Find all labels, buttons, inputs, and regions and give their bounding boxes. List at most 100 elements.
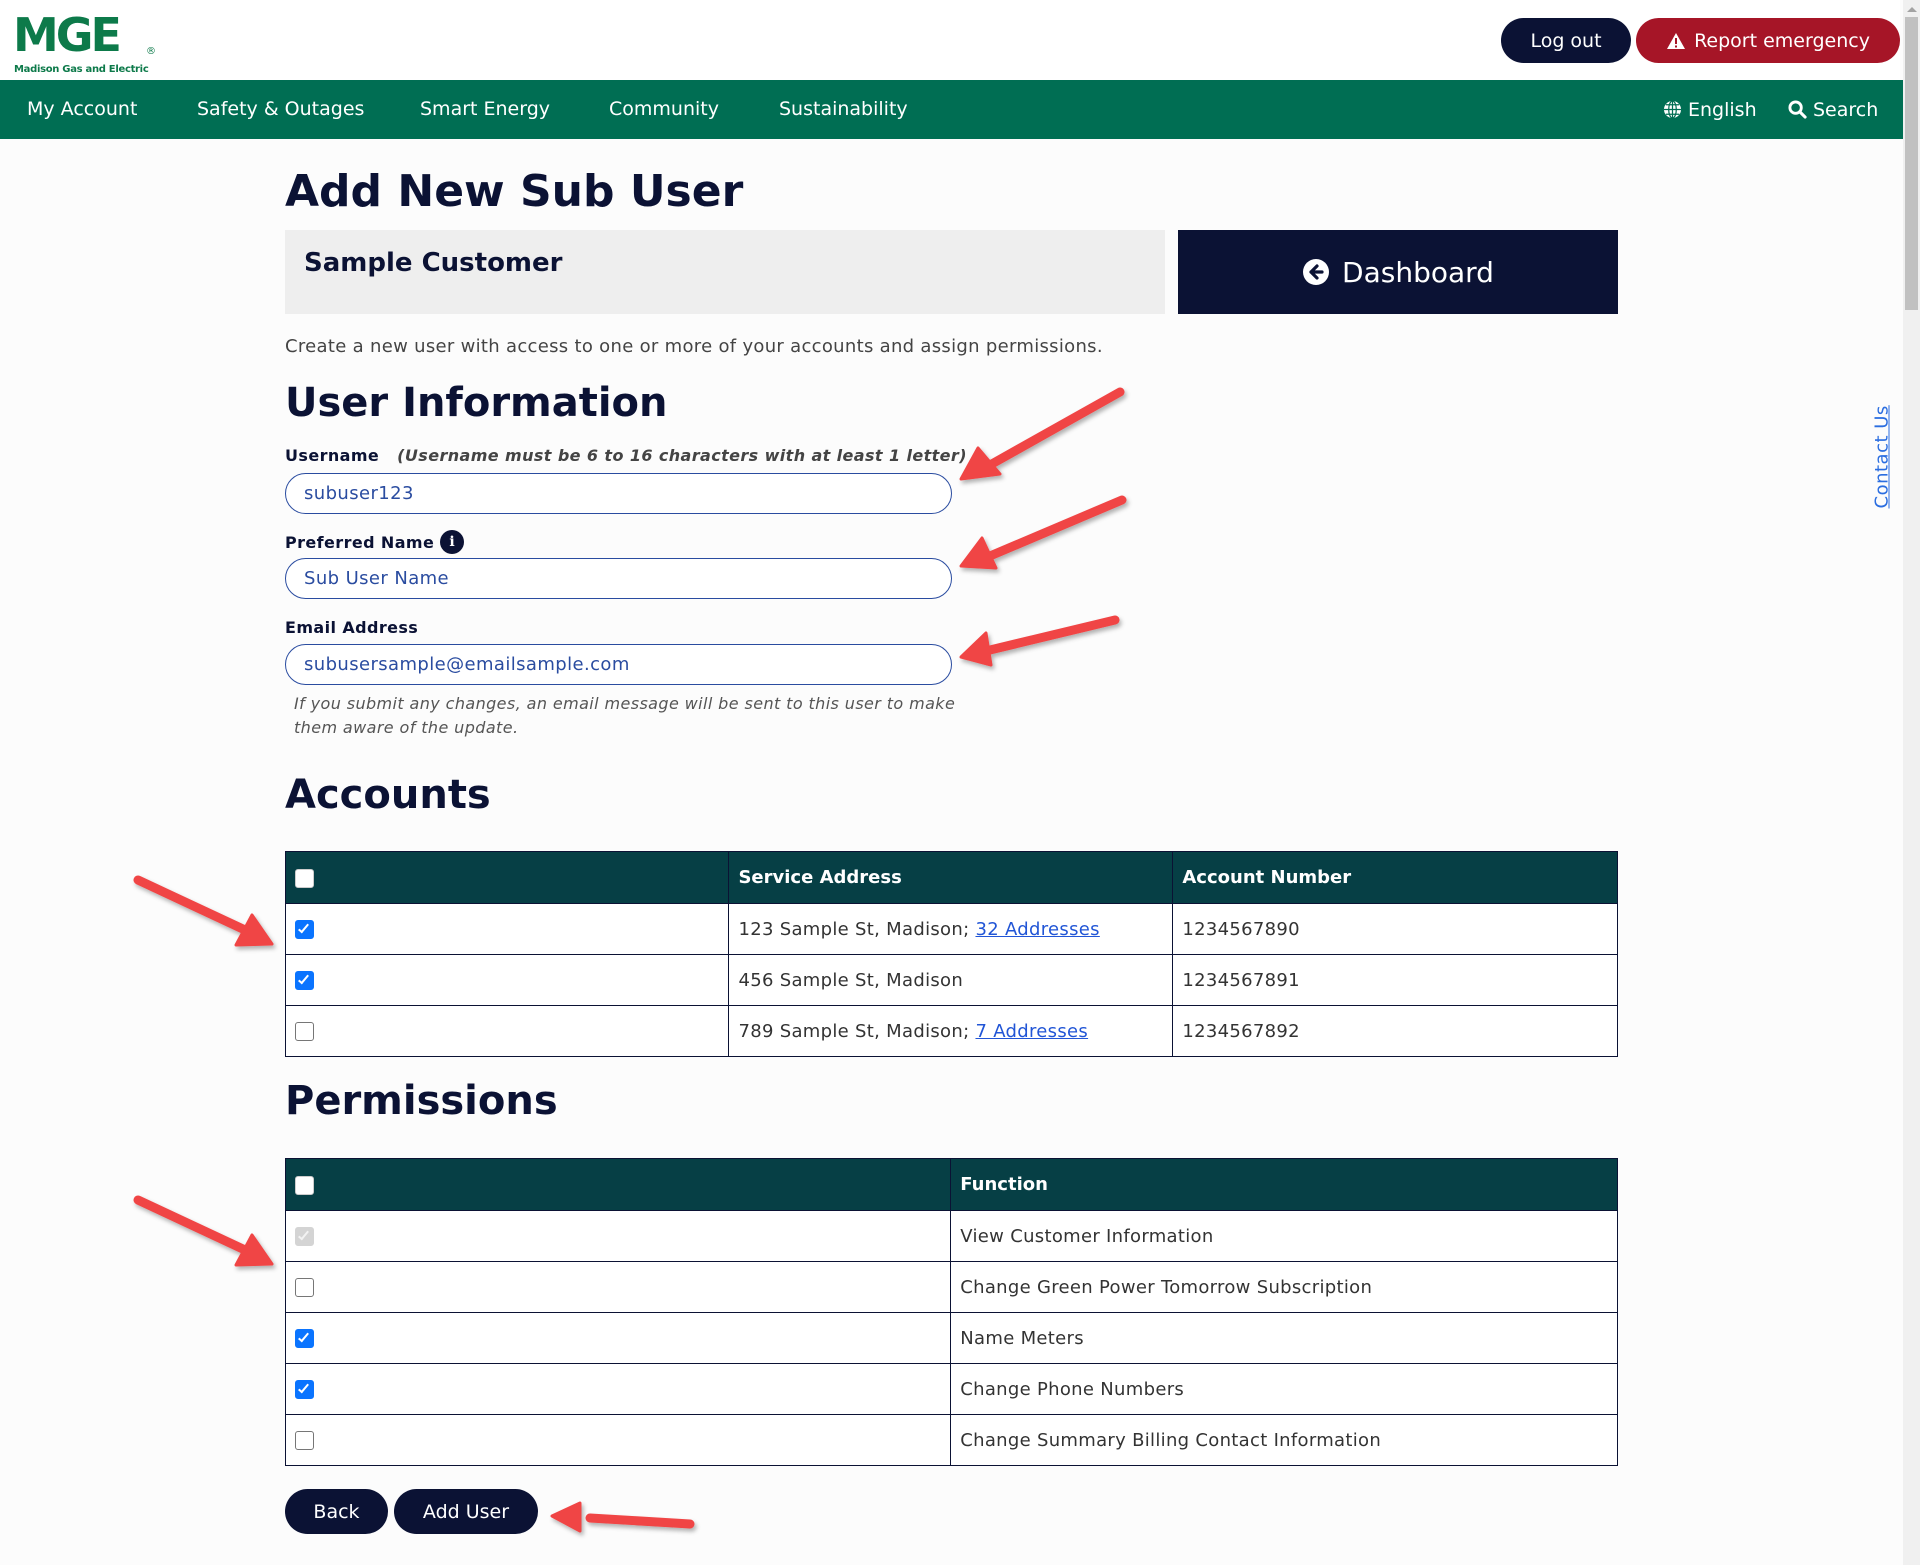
customer-name: Sample Customer	[304, 248, 563, 278]
dashboard-label: Dashboard	[1342, 255, 1494, 289]
back-button[interactable]: Back	[285, 1489, 388, 1534]
intro-text: Create a new user with access to one or …	[285, 336, 1103, 357]
add-user-button[interactable]: Add User	[394, 1489, 538, 1534]
permission-checkbox[interactable]	[295, 1329, 314, 1348]
username-input[interactable]	[285, 473, 952, 514]
account-checkbox[interactable]	[295, 1022, 314, 1041]
permission-row: Name Meters	[284, 1312, 1618, 1364]
info-icon[interactable]: i	[440, 530, 465, 554]
nav-item-safety-outages[interactable]: Safety & Outages	[197, 80, 364, 139]
checkmark-icon	[298, 1228, 309, 1241]
addresses-link[interactable]: 7 Addresses	[975, 1021, 1088, 1042]
permission-checkbox[interactable]	[295, 1278, 314, 1297]
dashboard-button[interactable]: Dashboard	[1178, 230, 1618, 314]
annotation-arrow-add-user	[550, 1501, 695, 1533]
search-link[interactable]: Search	[1788, 80, 1878, 139]
search-icon	[1788, 100, 1807, 119]
permission-checkbox[interactable]	[295, 1431, 314, 1450]
account-number-cell: 1234567891	[1172, 954, 1618, 1006]
annotation-arrow-username	[959, 387, 1125, 481]
report-emergency-label: Report emergency	[1694, 29, 1870, 52]
permissions-heading: Permissions	[285, 1078, 558, 1124]
accounts-heading: Accounts	[285, 772, 491, 818]
accounts-select-all-cell	[284, 851, 730, 904]
permissions-table: Function View Customer Information Chang…	[284, 1158, 1618, 1466]
contact-us-label: Contact Us	[1871, 405, 1893, 509]
registered-mark: ®	[146, 46, 156, 57]
email-label: Email Address	[285, 618, 418, 637]
user-information-heading: User Information	[285, 380, 668, 426]
permission-function: View Customer Information	[950, 1210, 1618, 1262]
logout-button[interactable]: Log out	[1501, 18, 1631, 63]
customer-banner: Sample Customer	[285, 230, 1165, 314]
addresses-link[interactable]: 32 Addresses	[975, 919, 1099, 940]
email-label-text: Email Address	[285, 618, 419, 637]
accounts-select-all-checkbox[interactable]	[295, 868, 314, 888]
permission-checkbox-disabled	[295, 1227, 314, 1246]
permissions-select-all-checkbox[interactable]	[295, 1175, 314, 1195]
service-address-cell: 123 Sample St, Madison; 32 Addresses	[728, 903, 1174, 955]
mge-logo[interactable]: MGE ® Madison Gas and Electric	[13, 6, 163, 76]
permission-function: Change Green Power Tomorrow Subscription	[950, 1261, 1618, 1313]
account-number-cell: 1234567890	[1172, 903, 1618, 955]
account-row: 123 Sample St, Madison; 32 Addresses 123…	[284, 903, 1618, 955]
account-select-cell	[284, 1005, 730, 1057]
contact-us-tab[interactable]: Contact Us	[1870, 400, 1894, 510]
preferred-name-label-text: Preferred Name	[285, 532, 435, 552]
top-header: MGE ® Madison Gas and Electric Log out R…	[0, 0, 1900, 80]
permission-row: Change Green Power Tomorrow Subscription	[284, 1261, 1618, 1313]
email-change-note: If you submit any changes, an email mess…	[294, 694, 956, 737]
nav-item-sustainability[interactable]: Sustainability	[779, 80, 908, 139]
scroll-thumb[interactable]	[1905, 17, 1918, 310]
service-address: 789 Sample St, Madison;	[738, 1020, 970, 1042]
permissions-header-row: Function	[284, 1158, 1618, 1211]
globe-icon	[1663, 100, 1682, 119]
logo-mark: MGE	[13, 8, 122, 62]
email-input[interactable]	[285, 644, 952, 685]
nav-item-my-account[interactable]: My Account	[27, 80, 137, 139]
account-row: 789 Sample St, Madison; 7 Addresses 1234…	[284, 1005, 1618, 1057]
service-address: 123 Sample St, Madison;	[738, 918, 970, 940]
language-label: English	[1688, 98, 1757, 121]
service-address: 456 Sample St, Madison	[738, 969, 964, 991]
search-label: Search	[1813, 98, 1879, 121]
permission-function: Name Meters	[950, 1312, 1618, 1364]
permissions-select-all-cell	[284, 1158, 952, 1211]
annotation-arrow-preferred-name	[959, 495, 1127, 570]
annotation-arrow-permissions	[133, 1195, 274, 1267]
column-header-service-address: Service Address	[728, 851, 1174, 904]
account-number-cell: 1234567892	[1172, 1005, 1618, 1057]
preferred-name-input[interactable]	[285, 558, 952, 599]
annotation-arrow-accounts	[133, 875, 274, 947]
service-address-cell: 456 Sample St, Madison	[728, 954, 1174, 1006]
checkmark-icon	[298, 972, 309, 985]
preferred-name-label: Preferred Name i	[285, 530, 465, 554]
nav-item-community[interactable]: Community	[609, 80, 719, 139]
account-select-cell	[284, 954, 730, 1006]
report-emergency-button[interactable]: Report emergency	[1636, 18, 1900, 63]
permission-checkbox[interactable]	[295, 1380, 314, 1399]
permission-select-cell	[284, 1414, 952, 1466]
language-selector[interactable]: English	[1663, 80, 1757, 139]
account-checkbox[interactable]	[295, 920, 314, 939]
username-label: Username (Username must be 6 to 16 chara…	[285, 446, 967, 465]
permission-select-cell	[284, 1210, 952, 1262]
accounts-table: Service Address Account Number 123 Sampl…	[284, 851, 1618, 1057]
username-label-text: Username	[285, 446, 380, 465]
permission-select-cell	[284, 1363, 952, 1415]
permission-row: Change Phone Numbers	[284, 1363, 1618, 1415]
column-header-function: Function	[950, 1158, 1618, 1211]
service-address-cell: 789 Sample St, Madison; 7 Addresses	[728, 1005, 1174, 1057]
accounts-header-row: Service Address Account Number	[284, 851, 1618, 904]
page-scrollbar[interactable]	[1903, 0, 1920, 1565]
checkmark-icon	[298, 1381, 309, 1394]
nav-item-smart-energy[interactable]: Smart Energy	[420, 80, 550, 139]
account-row: 456 Sample St, Madison 1234567891	[284, 954, 1618, 1006]
scroll-up-arrow-icon[interactable]	[1907, 7, 1917, 12]
page-title: Add New Sub User	[285, 166, 744, 217]
checkmark-icon	[298, 1330, 309, 1343]
account-checkbox[interactable]	[295, 971, 314, 990]
annotation-arrow-email	[959, 615, 1120, 667]
permission-row: View Customer Information	[284, 1210, 1618, 1262]
arrow-left-circle-icon	[1303, 259, 1330, 285]
